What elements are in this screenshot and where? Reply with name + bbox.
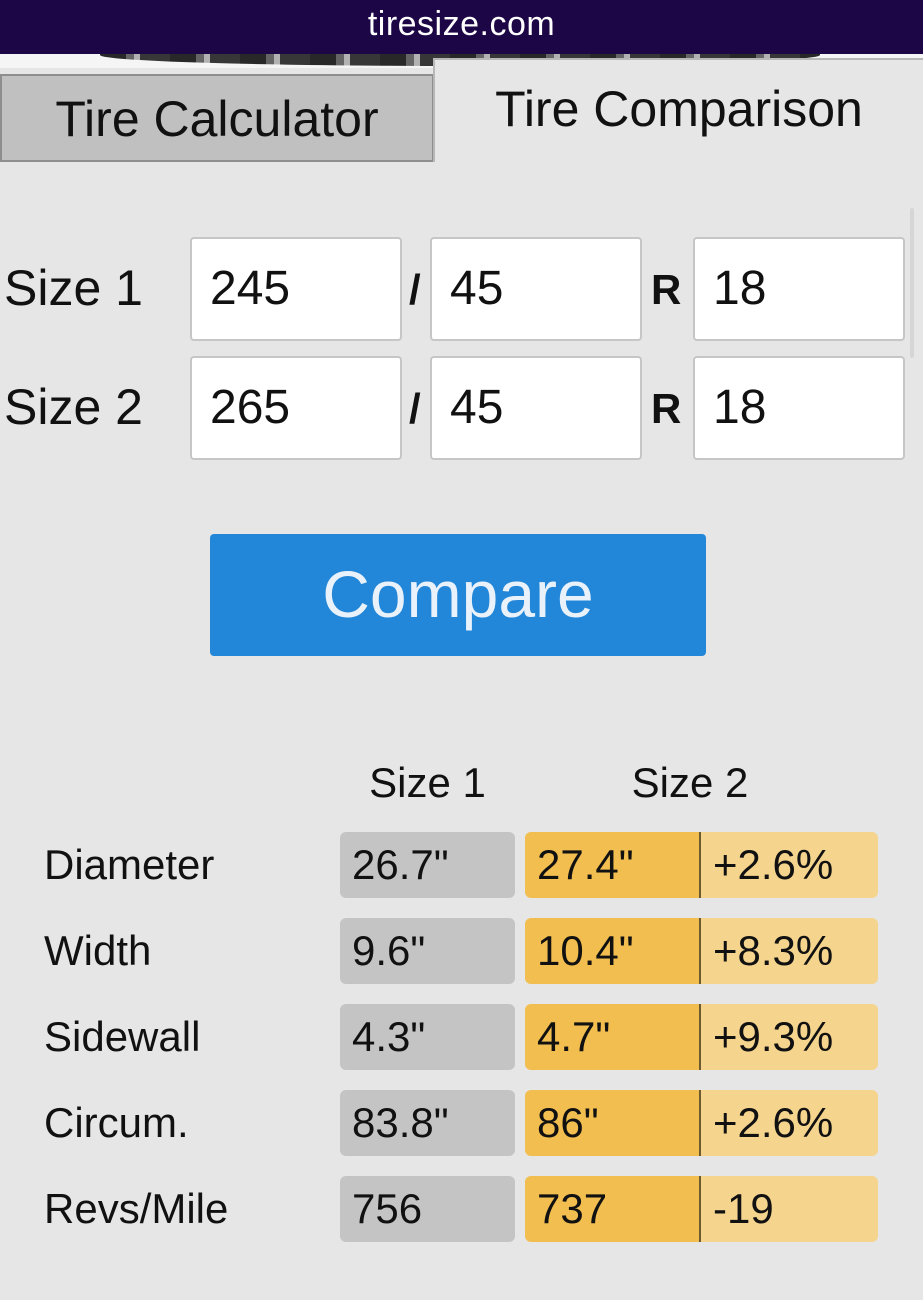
results-header-size1: Size 1 bbox=[369, 759, 486, 806]
compare-button[interactable]: Compare bbox=[210, 534, 706, 656]
tab-tire-comparison[interactable]: Tire Comparison bbox=[433, 58, 923, 162]
size1-rim-input[interactable]: 18 bbox=[693, 237, 905, 341]
size1-width-input[interactable]: 245 bbox=[190, 237, 402, 341]
row-label-sidewall: Sidewall bbox=[44, 1013, 201, 1060]
tab-tire-calculator[interactable]: Tire Calculator bbox=[0, 74, 434, 162]
size1-label: Size 1 bbox=[4, 260, 143, 316]
results-header-size2: Size 2 bbox=[631, 759, 749, 806]
size2-aspect-input[interactable]: 45 bbox=[430, 356, 642, 460]
sidewall-size1-value: 4.3" bbox=[340, 1004, 515, 1070]
revs-per-mile-diff-value: -19 bbox=[701, 1176, 878, 1242]
size2-rim-input[interactable]: 18 bbox=[693, 356, 905, 460]
diameter-size1-value: 26.7" bbox=[340, 832, 515, 898]
row-label-revs-per-mile: Revs/Mile bbox=[44, 1185, 229, 1232]
row-label-diameter: Diameter bbox=[44, 841, 215, 888]
size2-slash: / bbox=[409, 385, 421, 432]
diameter-size2-value: 27.4" bbox=[525, 832, 701, 898]
size1-aspect-input[interactable]: 45 bbox=[430, 237, 642, 341]
circumference-diff-value: +2.6% bbox=[701, 1090, 878, 1156]
sidewall-diff-value: +9.3% bbox=[701, 1004, 878, 1070]
site-header: tiresize.com bbox=[0, 0, 923, 54]
size2-label: Size 2 bbox=[4, 379, 143, 435]
width-diff-value: +8.3% bbox=[701, 918, 878, 984]
size2-rim-letter: R bbox=[651, 385, 682, 432]
revs-per-mile-size2-value: 737 bbox=[525, 1176, 701, 1242]
sidewall-size2-value: 4.7" bbox=[525, 1004, 701, 1070]
width-size1-value: 9.6" bbox=[340, 918, 515, 984]
size1-rim-letter: R bbox=[651, 266, 682, 313]
size1-slash: / bbox=[409, 266, 421, 313]
circumference-size2-value: 86" bbox=[525, 1090, 701, 1156]
revs-per-mile-size1-value: 756 bbox=[340, 1176, 515, 1242]
scrollbar[interactable] bbox=[910, 208, 914, 358]
size2-width-input[interactable]: 265 bbox=[190, 356, 402, 460]
width-size2-value: 10.4" bbox=[525, 918, 701, 984]
row-label-circumference: Circum. bbox=[44, 1099, 189, 1146]
circumference-size1-value: 83.8" bbox=[340, 1090, 515, 1156]
diameter-diff-value: +2.6% bbox=[701, 832, 878, 898]
row-label-width: Width bbox=[44, 927, 152, 974]
